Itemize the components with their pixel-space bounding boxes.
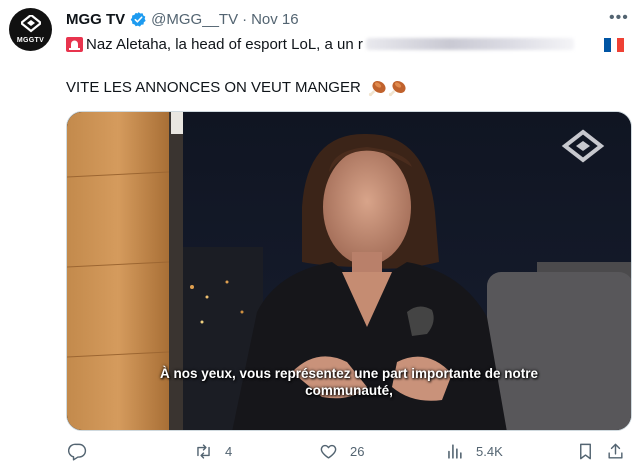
- like-count: 26: [350, 443, 365, 459]
- subtitle-line-1: À nos yeux, vous représentez une part im…: [159, 366, 539, 381]
- mgg-logo-icon: [20, 15, 41, 33]
- display-name[interactable]: MGG TV: [66, 11, 125, 28]
- views-icon: [448, 443, 462, 459]
- share-button[interactable]: [606, 439, 625, 463]
- user-handle[interactable]: @MGG__TV: [151, 11, 238, 28]
- views-count: 5.4K: [476, 443, 503, 459]
- views-button[interactable]: 5.4K: [445, 439, 503, 463]
- separator-dot: ·: [242, 10, 248, 28]
- retweet-button[interactable]: 4: [194, 439, 232, 463]
- redacted-text: [365, 38, 574, 50]
- action-bar: 4 26 5.4K: [66, 439, 632, 467]
- drumstick-icon: [368, 80, 406, 97]
- reply-icon: [68, 443, 87, 461]
- reply-button[interactable]: [68, 439, 87, 463]
- subtitle-line-2: communauté,: [305, 383, 393, 398]
- tweet-text-line2: VITE LES ANNONCES ON VEUT MANGER: [66, 77, 407, 97]
- avatar[interactable]: MGGTV: [9, 8, 52, 51]
- retweet-count: 4: [225, 443, 233, 459]
- avatar-label: MGGTV: [16, 37, 45, 44]
- bookmark-icon: [580, 443, 591, 459]
- tweet-header: MGG TV @MGG__TV · Nov 16: [66, 8, 299, 30]
- tweet-text-line1: Naz Aletaha, la head of esport LoL, a un…: [66, 33, 626, 55]
- tweet-date[interactable]: Nov 16: [251, 11, 299, 28]
- video-subtitle: À nos yeux, vous représentez une part im…: [67, 365, 631, 399]
- bookmark-button[interactable]: [576, 439, 595, 463]
- france-flag-icon: [604, 38, 625, 52]
- video-player[interactable]: À nos yeux, vous représentez une part im…: [66, 111, 632, 431]
- retweet-icon: [197, 443, 210, 459]
- siren-icon: [66, 36, 83, 52]
- tweet-text-visible: Naz Aletaha, la head of esport LoL, a un…: [86, 35, 363, 53]
- share-icon: [608, 443, 623, 459]
- like-button[interactable]: 26: [319, 439, 364, 463]
- more-options-icon[interactable]: •••: [609, 9, 629, 27]
- verified-badge-icon: [130, 11, 146, 27]
- heart-icon: [320, 444, 337, 459]
- tweet-text-shout: VITE LES ANNONCES ON VEUT MANGER: [66, 78, 361, 96]
